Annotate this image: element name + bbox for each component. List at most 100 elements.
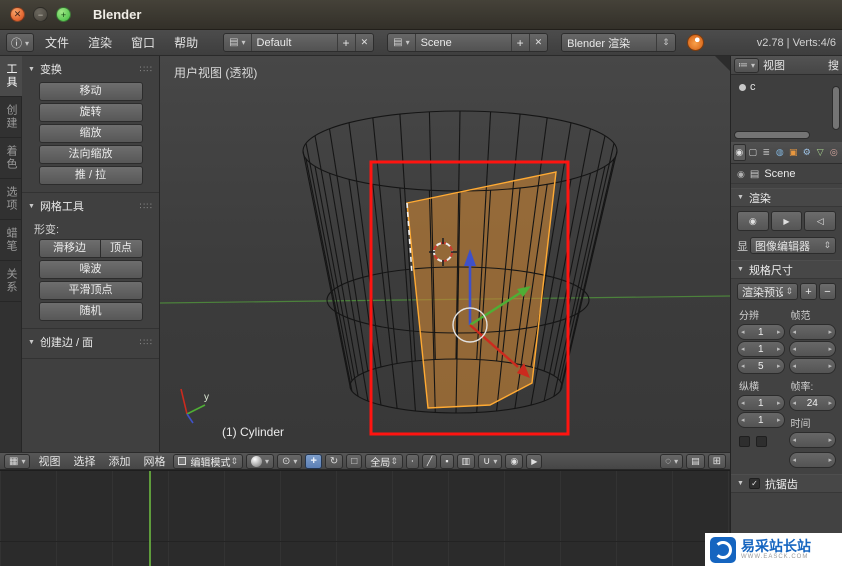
pivot-point-select[interactable] — [277, 453, 303, 469]
mesh-tools-panel-header[interactable]: 网格工具 — [22, 193, 159, 217]
pin-icon[interactable] — [737, 168, 745, 180]
manipulator-rotate-toggle[interactable] — [324, 453, 344, 469]
edge-select-mode-button[interactable] — [421, 453, 438, 469]
screen-layout-value[interactable]: Default — [250, 34, 337, 51]
menu-window[interactable]: 窗口 — [123, 32, 163, 53]
transform-orientation-select[interactable]: 全局 — [365, 453, 403, 469]
render-panel-header[interactable]: 渲染 — [731, 188, 842, 207]
render-engine-select[interactable]: Blender 渲染 — [561, 33, 676, 52]
editor-type-button[interactable] — [734, 57, 760, 73]
noise-button[interactable]: 噪波 — [38, 260, 143, 279]
remove-scene-button[interactable] — [528, 34, 548, 51]
menu-add[interactable]: 添加 — [103, 453, 135, 469]
render-button[interactable] — [737, 211, 769, 231]
scene-value[interactable]: Scene — [414, 34, 511, 51]
tab-scene[interactable] — [747, 144, 760, 161]
manipulator-scale-toggle[interactable] — [346, 453, 363, 469]
edge-slide-button[interactable]: 滑移边 — [38, 239, 101, 258]
remove-preset-button[interactable]: − — [819, 283, 836, 300]
layers-button[interactable] — [707, 453, 726, 469]
tab-relations[interactable]: 关系 — [0, 261, 22, 302]
outliner-item[interactable]: c — [731, 75, 842, 93]
tab-material[interactable] — [828, 144, 841, 161]
resolution-y-field[interactable]: 1 — [737, 341, 785, 357]
timeline-editor[interactable] — [0, 470, 730, 566]
tab-create[interactable]: 创建 — [0, 97, 22, 138]
tab-grease-pencil[interactable]: 蜡笔 — [0, 220, 22, 261]
manipulator-translate-toggle[interactable] — [305, 453, 322, 469]
minimize-button[interactable]: − — [33, 7, 48, 22]
anti-aliasing-panel-header[interactable]: 抗锯齿 — [731, 474, 842, 493]
panel-grip-icon[interactable] — [140, 201, 153, 212]
viewport-3d[interactable]: 用户视图 (透视) y (1) Cylinder — [160, 56, 730, 452]
push-pull-button[interactable]: 推 / 拉 — [38, 166, 143, 185]
editor-type-button[interactable] — [6, 33, 35, 52]
animation-button[interactable] — [770, 211, 803, 231]
mode-select[interactable]: 编辑模式 — [173, 453, 244, 469]
face-select-mode-button[interactable] — [440, 453, 454, 469]
vertical-scrollbar[interactable] — [832, 86, 840, 130]
menu-render[interactable]: 渲染 — [80, 32, 120, 53]
crop-checkbox[interactable] — [756, 436, 767, 447]
add-preset-button[interactable]: + — [800, 283, 817, 300]
audio-button[interactable] — [804, 211, 837, 231]
panel-grip-icon[interactable] — [140, 337, 153, 348]
time-remap-new-field[interactable] — [788, 452, 836, 468]
proportional-edit-select[interactable] — [660, 453, 684, 469]
rotate-button[interactable]: 旋转 — [38, 103, 143, 122]
region-corner-widget[interactable] — [715, 56, 730, 71]
opengl-render-button[interactable] — [505, 453, 524, 469]
randomize-button[interactable]: 随机 — [38, 302, 143, 321]
translate-button[interactable]: 移动 — [38, 82, 143, 101]
maximize-button[interactable]: + — [56, 7, 71, 22]
tab-tools[interactable]: 工具 — [0, 56, 22, 97]
menu-mesh[interactable]: 网格 — [138, 453, 170, 469]
scale-button[interactable]: 缩放 — [38, 124, 143, 143]
framerate-field[interactable]: 24 — [788, 395, 836, 411]
vertex-slide-button[interactable]: 顶点 — [100, 239, 143, 258]
copy-layout-button[interactable] — [686, 453, 705, 469]
resolution-x-field[interactable]: 1 — [737, 324, 785, 340]
time-remap-old-field[interactable] — [788, 432, 836, 448]
tab-world[interactable] — [774, 144, 787, 161]
browse-layout-icon[interactable] — [224, 34, 250, 51]
aspect-y-field[interactable]: 1 — [737, 412, 785, 428]
transform-panel-header[interactable]: 变换 — [22, 56, 159, 80]
opengl-render-anim-button[interactable] — [526, 453, 543, 469]
outliner-view-menu[interactable]: 视图 — [763, 57, 785, 73]
aspect-x-field[interactable]: 1 — [737, 395, 785, 411]
menu-file[interactable]: 文件 — [37, 32, 77, 53]
frame-start-field[interactable] — [788, 324, 836, 340]
display-select[interactable]: 图像编辑器 — [750, 237, 836, 254]
render-preset-select[interactable]: 渲染预设 — [737, 283, 798, 300]
tab-options[interactable]: 选项 — [0, 179, 22, 220]
tab-object[interactable] — [787, 144, 800, 161]
frame-end-field[interactable] — [788, 341, 836, 357]
tab-modifiers[interactable] — [801, 144, 814, 161]
snap-toggle[interactable] — [478, 453, 503, 469]
viewport-shading-select[interactable] — [246, 453, 275, 469]
outliner-search-label[interactable]: 搜 — [828, 57, 839, 73]
horizontal-scrollbar[interactable] — [734, 131, 810, 139]
add-layout-button[interactable] — [336, 34, 355, 51]
smooth-vertex-button[interactable]: 平滑顶点 — [38, 281, 143, 300]
browse-scene-icon[interactable] — [388, 34, 414, 51]
menu-view[interactable]: 视图 — [33, 453, 65, 469]
remove-layout-button[interactable] — [354, 34, 374, 51]
panel-grip-icon[interactable] — [140, 64, 153, 75]
tab-render-layers[interactable] — [760, 144, 773, 161]
border-checkbox[interactable] — [739, 436, 750, 447]
timeline-playhead[interactable] — [149, 471, 151, 566]
frame-step-field[interactable] — [788, 358, 836, 374]
menu-select[interactable]: 选择 — [68, 453, 100, 469]
tab-shading[interactable]: 着色 — [0, 138, 22, 179]
make-edge-face-panel-header[interactable]: 创建边 / 面 — [22, 329, 159, 353]
anti-aliasing-checkbox[interactable] — [748, 478, 760, 489]
close-button[interactable]: ✕ — [10, 7, 25, 22]
editor-type-button[interactable] — [4, 453, 31, 469]
menu-help[interactable]: 帮助 — [166, 32, 206, 53]
vertex-select-mode-button[interactable] — [405, 453, 419, 469]
limit-visible-toggle[interactable] — [456, 453, 476, 469]
shrink-fatten-button[interactable]: 法向缩放 — [38, 145, 143, 164]
tab-object-data[interactable] — [814, 144, 827, 161]
